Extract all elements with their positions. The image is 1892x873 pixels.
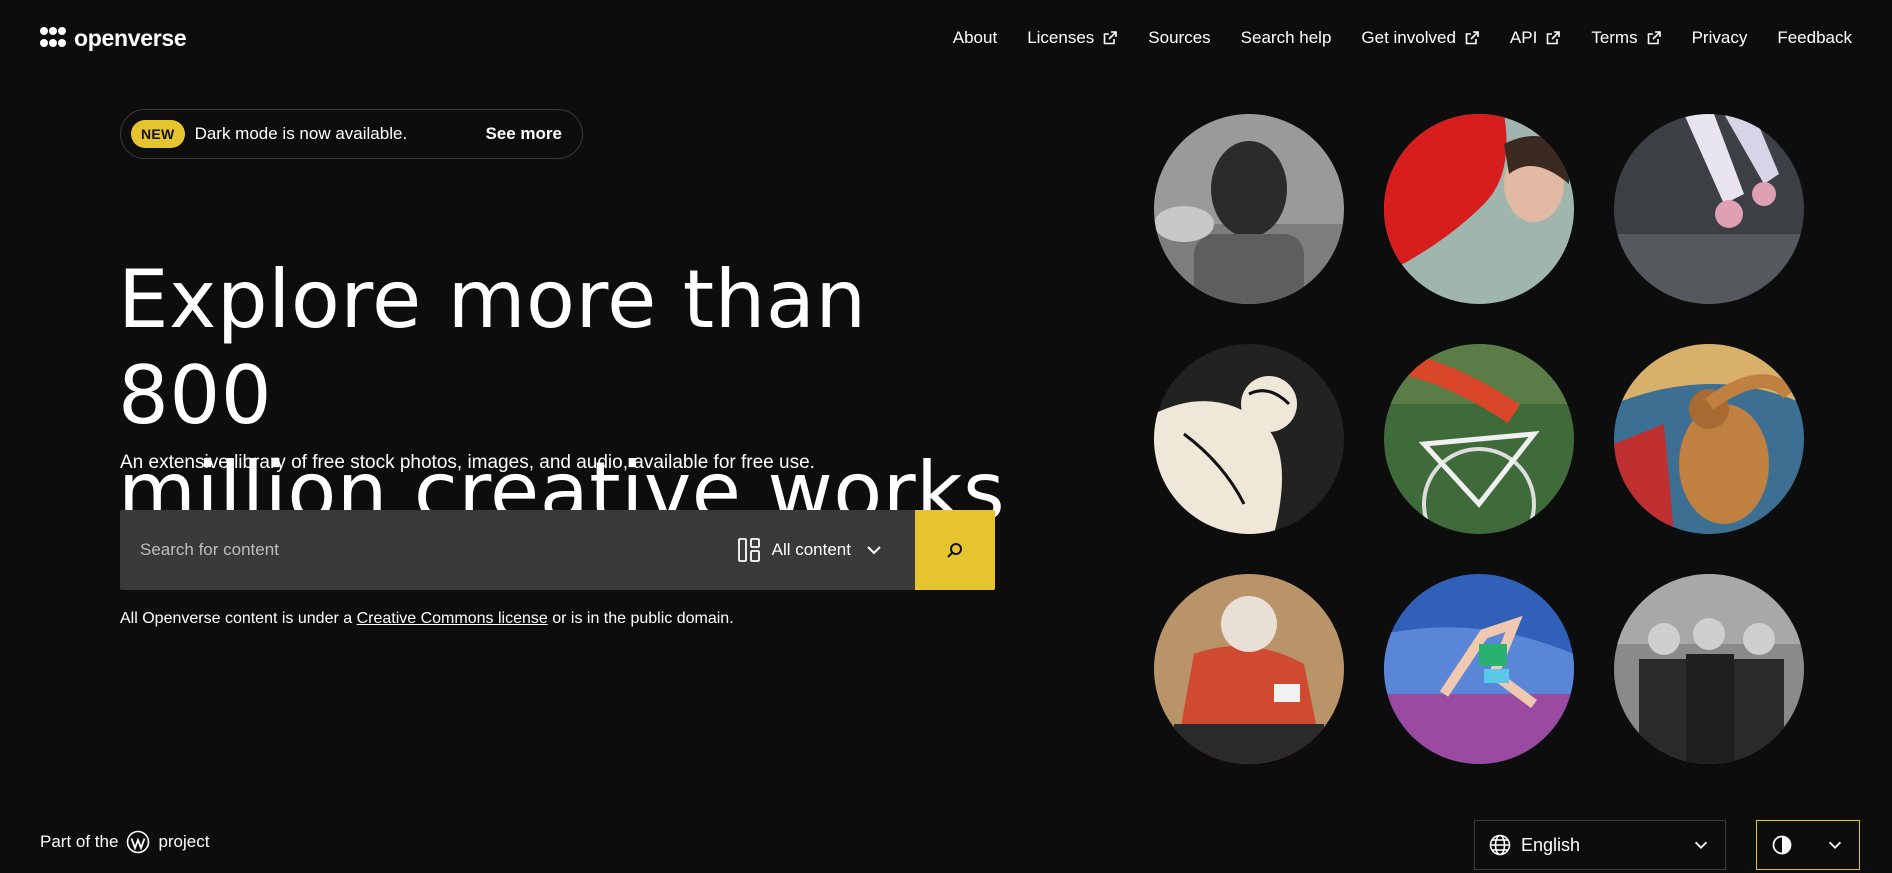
- license-prefix: All Openverse content is under a: [120, 610, 357, 627]
- featured-image-1-art: [1154, 114, 1344, 304]
- featured-image-2-art: [1384, 114, 1574, 304]
- featured-image-8[interactable]: [1384, 574, 1574, 764]
- banner-text: Dark mode is now available.: [194, 124, 408, 143]
- nav-sources[interactable]: Sources: [1148, 28, 1210, 48]
- nav-label: Terms: [1591, 28, 1638, 47]
- nav-label: Search help: [1240, 28, 1332, 47]
- chevron-down-icon: [1694, 841, 1708, 850]
- nav-label: About: [952, 28, 998, 47]
- content-type-select[interactable]: All content: [728, 538, 895, 562]
- wordpress-icon[interactable]: [126, 830, 150, 854]
- nav-feedback[interactable]: Feedback: [1777, 28, 1852, 48]
- search-button[interactable]: [915, 510, 995, 590]
- language-label: English: [1521, 834, 1581, 855]
- featured-image-3-art: [1614, 114, 1804, 304]
- see-more-link[interactable]: See more: [485, 124, 562, 144]
- external-link-icon: [1465, 31, 1479, 45]
- chevron-down-icon: [867, 546, 881, 555]
- new-badge: NEW: [131, 120, 185, 148]
- nav-about[interactable]: About: [953, 28, 997, 48]
- external-link-icon: [1103, 31, 1118, 45]
- openverse-logo-icon: [40, 27, 66, 47]
- featured-image-3[interactable]: [1614, 114, 1804, 304]
- page: openverse About Licenses Sources Search …: [0, 0, 1892, 873]
- nav-licenses[interactable]: Licenses: [1027, 28, 1118, 48]
- featured-image-7-art: [1154, 574, 1344, 764]
- theme-select[interactable]: [1756, 820, 1860, 870]
- page-title: Explore more than 800 million creative w…: [118, 252, 1018, 540]
- search-bar: All content: [120, 510, 995, 590]
- part-of-prefix: Part of the: [40, 832, 119, 851]
- nav-label: Sources: [1148, 28, 1211, 47]
- featured-image-5-art: [1384, 344, 1574, 534]
- title-line-1: Explore more than 800: [118, 253, 867, 442]
- search-input[interactable]: [140, 540, 728, 560]
- main-nav: About Licenses Sources Search help Get i…: [953, 28, 1852, 48]
- language-select[interactable]: English: [1474, 820, 1726, 870]
- featured-image-6[interactable]: [1614, 344, 1804, 534]
- featured-image-5[interactable]: [1384, 344, 1574, 534]
- content-type-label: All content: [771, 540, 851, 559]
- featured-image-9-art: [1614, 574, 1804, 764]
- featured-image-8-art: [1384, 574, 1574, 764]
- nav-label: API: [1509, 28, 1538, 47]
- nav-privacy[interactable]: Privacy: [1692, 28, 1748, 48]
- featured-image-7[interactable]: [1154, 574, 1344, 764]
- external-link-icon: [1647, 31, 1661, 45]
- search-icon: [947, 543, 962, 558]
- nav-label: Privacy: [1691, 28, 1748, 47]
- featured-image-9[interactable]: [1614, 574, 1804, 764]
- nav-api[interactable]: API: [1510, 28, 1561, 48]
- featured-image-2[interactable]: [1384, 114, 1574, 304]
- nav-label: Get involved: [1361, 28, 1456, 47]
- featured-image-1[interactable]: [1154, 114, 1344, 304]
- chevron-down-icon: [1828, 841, 1842, 850]
- featured-image-6-art: [1614, 344, 1804, 534]
- nav-terms[interactable]: Terms: [1591, 28, 1661, 48]
- nav-label: Feedback: [1777, 28, 1852, 47]
- creative-commons-link[interactable]: Creative Commons license: [357, 610, 548, 627]
- part-of-suffix: project: [158, 832, 210, 851]
- openverse-logo[interactable]: openverse: [40, 24, 187, 52]
- nav-search-help[interactable]: Search help: [1241, 28, 1332, 48]
- contrast-icon: [1772, 835, 1792, 855]
- external-link-icon: [1547, 31, 1561, 45]
- page-subtitle: An extensive library of free stock photo…: [120, 452, 815, 473]
- globe-icon: [1489, 834, 1511, 856]
- nav-label: Licenses: [1027, 28, 1095, 47]
- site-header: openverse About Licenses Sources Search …: [0, 0, 1892, 76]
- featured-image-4[interactable]: [1154, 344, 1344, 534]
- part-of-project: Part of the project: [40, 830, 209, 854]
- search-field: All content: [120, 510, 915, 590]
- license-note: All Openverse content is under a Creativ…: [120, 610, 734, 628]
- featured-image-4-art: [1154, 344, 1344, 534]
- license-suffix: or is in the public domain.: [547, 610, 734, 627]
- content-grid-icon: [737, 538, 760, 562]
- logo-text: openverse: [74, 24, 187, 51]
- nav-get-involved[interactable]: Get involved: [1361, 28, 1480, 48]
- announcement-banner: NEW Dark mode is now available. See more: [120, 109, 583, 159]
